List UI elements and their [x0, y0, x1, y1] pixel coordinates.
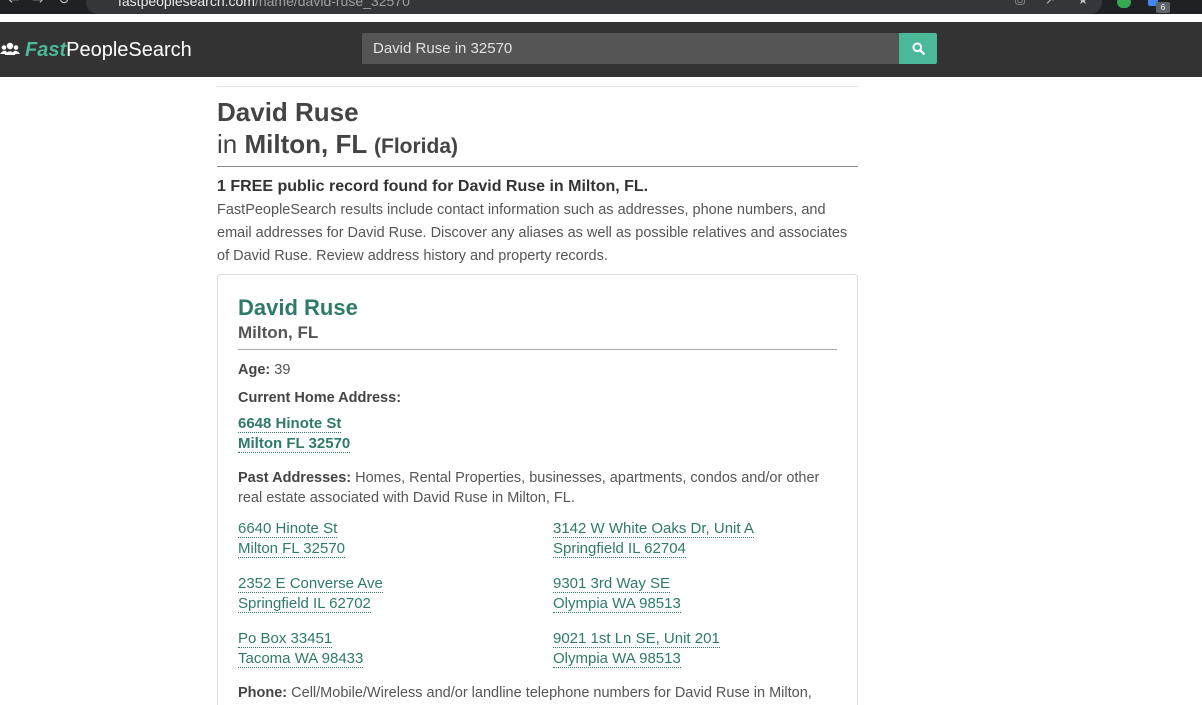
person-card: David Ruse Milton, FL Age: 39 Current Ho… — [217, 274, 858, 705]
share-icon[interactable]: ↗ — [1043, 0, 1057, 6]
phone-intro: Phone: Cell/Mobile/Wireless and/or landl… — [238, 683, 837, 703]
past-addresses-label: Past Addresses: — [238, 470, 352, 486]
results-description: FastPeopleSearch results include contact… — [217, 202, 848, 264]
heading-divider — [217, 166, 858, 167]
reload-icon[interactable]: ↻ — [58, 0, 70, 8]
bookmark-star-icon[interactable]: ★ — [1076, 0, 1090, 6]
past-address-line1[interactable]: 6640 Hinote St — [238, 520, 338, 538]
current-address-label: Current Home Address: — [238, 390, 402, 406]
past-addresses-list: 6640 Hinote St Milton FL 32570 3142 W Wh… — [238, 519, 837, 669]
results-count: 1 FREE public record found for David Rus… — [217, 178, 649, 195]
past-address-line1[interactable]: Po Box 33451 — [238, 630, 333, 648]
past-address-line2[interactable]: Springfield IL 62702 — [238, 595, 371, 613]
person-age: Age: 39 — [238, 362, 837, 378]
phone-description: Cell/Mobile/Wireless and/or landline tel… — [291, 685, 812, 701]
past-address-item: Po Box 33451 Tacoma WA 98433 — [238, 629, 553, 669]
past-address-line2[interactable]: Tacoma WA 98433 — [238, 650, 364, 668]
past-address-line1[interactable]: 9301 3rd Way SE — [553, 575, 671, 593]
logo-fast-text: Fast — [25, 38, 67, 61]
page-title-state: (Florida) — [374, 135, 458, 158]
browser-toolbar: ← → ↻ fastpeoplesearch.com/name/david-ru… — [0, 0, 1202, 14]
search-icon — [912, 42, 925, 55]
page-title-location: in Milton, FL (Florida) — [217, 127, 858, 164]
current-address: 6648 Hinote St Milton FL 32570 — [238, 414, 837, 454]
address-bar-url[interactable]: fastpeoplesearch.com/name/david-ruse_325… — [118, 0, 410, 9]
past-address-item: 9301 3rd Way SE Olympia WA 98513 — [553, 574, 838, 614]
site-header: Fast PeopleSearch — [0, 22, 1202, 77]
divider — [217, 77, 858, 87]
main-content: David Ruse in Milton, FL (Florida) 1 FRE… — [217, 77, 858, 268]
print-icon[interactable]: ⎙ — [1013, 0, 1027, 6]
past-address-item: 2352 E Converse Ave Springfield IL 62702 — [238, 574, 553, 614]
page-title-city: Milton, FL — [244, 129, 367, 159]
past-address-line2[interactable]: Springfield IL 62704 — [553, 540, 686, 558]
age-label: Age: — [238, 362, 271, 378]
logo-people-text: PeopleSearch — [66, 38, 192, 61]
extension-badge: 6 — [1156, 2, 1170, 13]
forward-arrow-icon[interactable]: → — [32, 0, 44, 8]
people-group-icon — [0, 42, 20, 55]
site-logo[interactable]: Fast PeopleSearch — [0, 38, 192, 62]
past-address-line2[interactable]: Olympia WA 98513 — [553, 650, 681, 668]
past-address-item: 9021 1st Ln SE, Unit 201 Olympia WA 9851… — [553, 629, 838, 669]
phone-label: Phone: — [238, 685, 288, 701]
current-address-line1[interactable]: 6648 Hinote St — [238, 415, 342, 433]
past-address-line1[interactable]: 9021 1st Ln SE, Unit 201 — [553, 630, 720, 648]
page-title-in: in — [217, 129, 238, 159]
past-address-line1[interactable]: 2352 E Converse Ave — [238, 575, 383, 593]
current-address-line2[interactable]: Milton FL 32570 — [238, 435, 351, 453]
back-arrow-icon[interactable]: ← — [8, 0, 20, 8]
past-address-line2[interactable]: Olympia WA 98513 — [553, 595, 681, 613]
past-addresses-intro: Past Addresses: Homes, Rental Properties… — [238, 468, 837, 508]
past-address-line1[interactable]: 3142 W White Oaks Dr, Unit A — [553, 520, 754, 538]
age-value: 39 — [274, 362, 291, 378]
person-location: Milton, FL — [238, 321, 837, 350]
person-name-link[interactable]: David Ruse — [238, 295, 837, 321]
past-address-item: 6640 Hinote St Milton FL 32570 — [238, 519, 553, 559]
past-address-item: 3142 W White Oaks Dr, Unit A Springfield… — [553, 519, 838, 559]
search-button[interactable] — [899, 33, 937, 64]
past-address-line2[interactable]: Milton FL 32570 — [238, 540, 346, 558]
page-title-name: David Ruse — [217, 97, 359, 127]
url-host: fastpeoplesearch.com — [118, 0, 255, 9]
search-input[interactable] — [362, 33, 899, 64]
url-path: /name/david-ruse_32570 — [254, 0, 410, 9]
extension-green-icon[interactable] — [1117, 0, 1131, 8]
page-title: David Ruse in Milton, FL (Florida) — [217, 97, 858, 164]
